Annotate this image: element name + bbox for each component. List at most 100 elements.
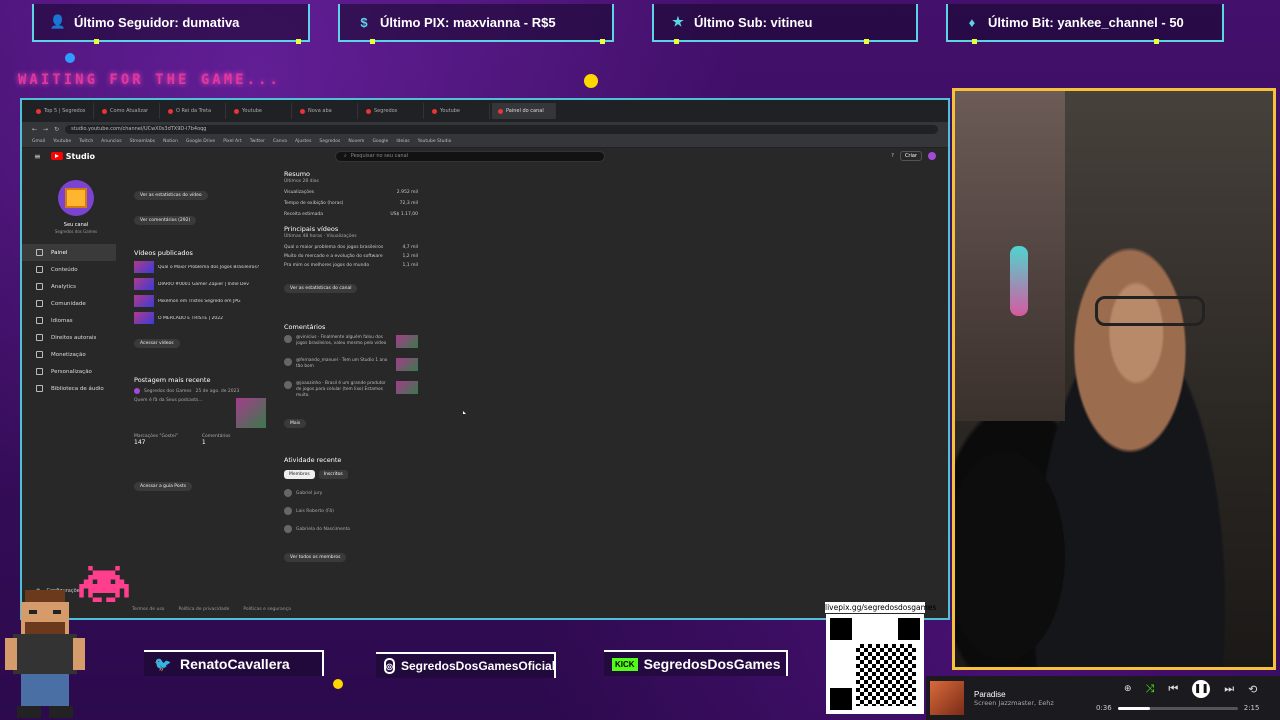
pause-button[interactable]: ❚❚	[1192, 680, 1211, 698]
bookmark[interactable]: Anuncios	[101, 139, 121, 144]
browser-tab[interactable]: O Rei da Treta	[162, 103, 226, 119]
url-input[interactable]: studio.youtube.com/channel/UCwX0s3dTX9D-…	[65, 124, 938, 134]
user-icon: 👤	[49, 14, 67, 29]
bookmark[interactable]: Twitch	[79, 139, 93, 144]
back-icon[interactable]: ←	[32, 126, 37, 133]
bookmark[interactable]: Youtube	[53, 139, 71, 144]
sidebar-item-customization[interactable]: Personalização	[22, 363, 116, 380]
studio-logo[interactable]: Studio	[50, 152, 95, 161]
duration-time: 2:15	[1243, 704, 1260, 712]
tab-subscribers[interactable]: Inscritos	[318, 470, 348, 479]
decor-dot	[65, 53, 75, 63]
sidebar-item-audio-library[interactable]: Biblioteca de áudio	[22, 380, 116, 397]
studio-header: ≡ Studio ⌕ Pesquisar no seu canal ? Cria…	[22, 148, 948, 164]
browser-tab[interactable]: Youtube	[228, 103, 292, 119]
go-to-posts-button[interactable]: Acessar a guia Posts	[134, 482, 193, 491]
avatar	[284, 358, 292, 366]
bookmark[interactable]: Segredos	[319, 139, 340, 144]
view-comments-button[interactable]: Ver comentários (292)	[134, 216, 197, 225]
video-thumbnail	[134, 261, 154, 273]
community-icon	[36, 300, 43, 307]
channel-avatar[interactable]	[58, 180, 94, 216]
policies-link[interactable]: Políticas e segurança	[243, 607, 291, 612]
avatar[interactable]	[928, 152, 936, 160]
shuffle-icon[interactable]: ⤨	[1146, 682, 1155, 696]
comment-item[interactable]: @vinicius · Finalmente alguém falou dos …	[284, 335, 418, 348]
video-row[interactable]: DIÁRIO #0001 Gamer Zapier | Indie Dev	[134, 278, 266, 290]
box-icon	[65, 188, 87, 208]
channel-analytics-button[interactable]: Ver as estatísticas do canal	[284, 284, 358, 293]
copyright-icon	[36, 334, 43, 341]
activity-row[interactable]: Gabriel jury	[284, 489, 418, 497]
browser-tab[interactable]: Nova aba	[294, 103, 358, 119]
menu-icon[interactable]: ≡	[34, 152, 41, 161]
elapsed-time: 0:36	[1096, 704, 1112, 712]
video-row[interactable]: Pokémon em Tristes Segredo em JPG	[134, 295, 266, 307]
last-follower-text: Último Seguidor: dumativa	[74, 14, 240, 30]
sidebar-item-languages[interactable]: Idiomas	[22, 312, 116, 329]
bookmark[interactable]: Youtube Studio	[418, 139, 452, 144]
sidebar-item-analytics[interactable]: Analytics	[22, 278, 116, 295]
browser-tab[interactable]: Youtube	[426, 103, 490, 119]
previous-icon[interactable]: ⏮	[1168, 682, 1178, 696]
activity-row[interactable]: Lais Roberto (Fã)	[284, 507, 418, 515]
bookmark[interactable]: Gmail	[32, 139, 45, 144]
qr-label: livepix.gg/segredosdosgames	[825, 602, 937, 613]
sidebar-item-dashboard[interactable]: Painel	[22, 244, 116, 261]
top-video-row[interactable]: Pra mim os melhores jogos do mundo 1,1 mi…	[284, 263, 418, 268]
browser-tab[interactable]: Segredos	[360, 103, 424, 119]
comment-item[interactable]: @fernando_manuel · Tem um Studio 1 ano t…	[284, 358, 418, 371]
avatar	[284, 335, 292, 343]
instagram-icon: ◎	[384, 658, 395, 674]
progress-bar[interactable]	[1117, 706, 1238, 710]
browser-tab[interactable]: Top 5 | Segredos	[30, 103, 94, 119]
sidebar-item-content[interactable]: Conteúdo	[22, 261, 116, 278]
top-video-row[interactable]: Muito do mercado e a evolução do softwar…	[284, 254, 418, 259]
avatar	[134, 388, 140, 394]
more-comments-button[interactable]: Mais	[284, 419, 307, 428]
tab-members[interactable]: Membros	[284, 470, 315, 479]
sidebar-item-community[interactable]: Comunidade	[22, 295, 116, 312]
forward-icon[interactable]: →	[43, 126, 48, 133]
browser-tab-active[interactable]: Painel do canal	[492, 103, 556, 119]
comment-item[interactable]: @joaozinho · Brasil é um grande produtor…	[284, 381, 418, 399]
bookmark[interactable]: Ajustes	[295, 139, 311, 144]
go-to-videos-button[interactable]: Acessar vídeos	[134, 339, 180, 348]
create-button[interactable]: Criar	[899, 151, 922, 161]
tab-strip: Top 5 | Segredos Como Atualizar O Rei da…	[22, 100, 948, 122]
video-row[interactable]: O MERCADO E TRISTE | 2022	[134, 312, 266, 324]
bookmark[interactable]: Pixel Art	[223, 139, 242, 144]
sidebar-item-monetization[interactable]: Monetização	[22, 346, 116, 363]
studio-search-input[interactable]: ⌕ Pesquisar no seu canal	[334, 150, 605, 162]
bookmark[interactable]: Google	[372, 139, 388, 144]
add-icon[interactable]: ⊕	[1124, 684, 1132, 694]
top-videos-title: Principais vídeos	[284, 225, 339, 233]
top-video-row[interactable]: Qual o maior problema dos jogos brasilei…	[284, 245, 418, 250]
video-row[interactable]: Qual o Maior Problema dos Jogos Brasilei…	[134, 261, 266, 273]
column-middle: Resumo Últimos 28 dias Visualizações 2.95…	[284, 164, 418, 562]
terms-link[interactable]: Termos de uso	[132, 607, 164, 612]
repeat-icon[interactable]: ⟲	[1248, 683, 1257, 696]
bookmark[interactable]: Canva	[273, 139, 287, 144]
qr-code[interactable]	[826, 614, 924, 714]
sidebar-item-copyright[interactable]: Direitos autorais	[22, 329, 116, 346]
view-all-members-button[interactable]: Ver todos os membros	[284, 553, 347, 562]
video-analytics-button[interactable]: Ver as estatísticas do vídeo	[134, 191, 208, 200]
bookmark[interactable]: Streamlabs	[130, 139, 156, 144]
browser-tab[interactable]: Como Atualizar	[96, 103, 160, 119]
video-thumbnail	[396, 335, 418, 348]
activity-row[interactable]: Gabriela do Nascimento	[284, 525, 418, 533]
help-icon[interactable]: ?	[891, 153, 894, 159]
summary-title: Resumo	[284, 170, 311, 178]
bookmark[interactable]: Nuvem	[348, 139, 364, 144]
privacy-link[interactable]: Política de privacidade	[178, 607, 229, 612]
bookmark[interactable]: Twitter	[250, 139, 265, 144]
metric-row: Receita estimada US$ 1.17,00	[284, 212, 418, 217]
next-icon[interactable]: ⏭	[1224, 682, 1234, 696]
bookmark[interactable]: Notion	[163, 139, 178, 144]
reload-icon[interactable]: ↻	[54, 126, 59, 133]
bookmark[interactable]: Google Drive	[186, 139, 215, 144]
bookmark[interactable]: Ideias	[396, 139, 409, 144]
webcam-feed	[952, 88, 1276, 670]
published-videos-title: Vídeos publicados	[134, 249, 193, 257]
